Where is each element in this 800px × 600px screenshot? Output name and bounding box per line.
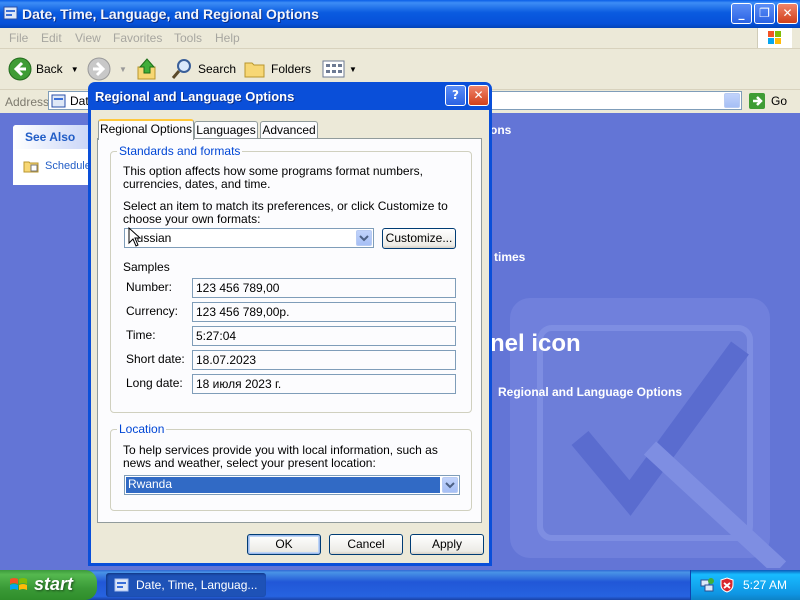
views-icon <box>322 60 345 78</box>
security-shield-icon[interactable] <box>719 577 735 593</box>
sample-label-currency: Currency: <box>126 304 179 318</box>
menu-favorites[interactable]: Favorites <box>113 31 162 45</box>
sample-value-short-date: 18.07.2023 <box>192 350 456 370</box>
windows-logo <box>757 28 792 48</box>
dialog-titlebar[interactable]: Regional and Language Options ? ✕ <box>91 82 489 110</box>
go-arrow-icon <box>749 93 765 109</box>
menu-view[interactable]: View <box>75 31 101 45</box>
mouse-cursor-icon <box>128 227 142 247</box>
standards-group: Standards and formats This option affect… <box>110 144 472 413</box>
menu-bar: File Edit View Favorites Tools Help <box>0 28 800 49</box>
system-tray: 5:27 AM <box>690 570 800 600</box>
forward-arrow-icon <box>87 57 111 81</box>
folders-button[interactable]: Folders <box>244 57 311 81</box>
menu-file[interactable]: File <box>9 31 28 45</box>
customize-button[interactable]: Customize... <box>382 228 456 249</box>
location-value: Rwanda <box>126 477 440 493</box>
views-dropdown-icon[interactable]: ▼ <box>349 65 357 74</box>
sample-label-short-date: Short date: <box>126 352 185 366</box>
window-title: Date, Time, Language, and Regional Optio… <box>22 6 319 22</box>
go-button[interactable]: Go <box>748 92 787 110</box>
regional-options-dialog: Regional and Language Options ? ✕ Region… <box>88 82 492 566</box>
taskbar: start Date, Time, Languag... 5:27 AM <box>0 570 800 600</box>
tab-regional-options[interactable]: Regional Options <box>98 119 194 140</box>
menu-edit[interactable]: Edit <box>41 31 62 45</box>
dialog-title: Regional and Language Options <box>95 89 295 104</box>
ok-button[interactable]: OK <box>247 534 321 555</box>
sample-value-currency: 123 456 789,00р. <box>192 302 456 322</box>
bg-text-options: ons <box>490 123 512 137</box>
bg-text-icon: nel icon <box>490 330 581 357</box>
location-description: To help services provide you with local … <box>123 443 438 470</box>
sample-value-number: 123 456 789,00 <box>192 278 456 298</box>
location-group: Location To help services provide you wi… <box>110 422 472 511</box>
bg-link-regional-options[interactable]: Regional and Language Options <box>498 385 682 399</box>
up-folder-icon <box>137 58 156 80</box>
scheduled-tasks-icon <box>23 161 39 173</box>
start-button[interactable]: start <box>0 570 97 600</box>
sample-value-time: 5:27:04 <box>192 326 456 346</box>
tab-advanced[interactable]: Advanced <box>260 121 318 139</box>
network-icon[interactable] <box>699 577 715 593</box>
forward-button[interactable]: ▼ <box>87 57 127 81</box>
forward-dropdown-icon[interactable]: ▼ <box>119 65 127 74</box>
control-panel-icon <box>51 94 66 108</box>
tab-languages[interactable]: Languages <box>194 121 258 139</box>
standards-group-label: Standards and formats <box>117 144 243 158</box>
folder-icon <box>244 62 265 78</box>
close-button[interactable]: ✕ <box>777 3 798 24</box>
cancel-button[interactable]: Cancel <box>329 534 403 555</box>
see-also-item-schedule[interactable]: Schedule <box>23 158 91 174</box>
checkmark-watermark-icon <box>510 298 787 568</box>
chevron-down-icon[interactable] <box>442 477 458 493</box>
help-button[interactable]: ? <box>445 85 466 106</box>
address-label: Address <box>5 95 50 109</box>
back-dropdown-icon[interactable]: ▼ <box>71 65 79 74</box>
menu-tools[interactable]: Tools <box>174 31 202 45</box>
taskbar-item-control-panel[interactable]: Date, Time, Languag... <box>106 573 266 597</box>
search-icon <box>171 59 191 79</box>
sample-label-long-date: Long date: <box>126 376 183 390</box>
dialog-close-button[interactable]: ✕ <box>468 85 489 106</box>
location-group-label: Location <box>117 422 167 436</box>
see-also-panel: See Also Schedule <box>13 125 95 185</box>
sample-label-time: Time: <box>126 328 156 342</box>
apply-button[interactable]: Apply <box>410 534 484 555</box>
sample-value-long-date: 18 июля 2023 г. <box>192 374 456 394</box>
standards-description: This option affects how some programs fo… <box>123 164 423 191</box>
see-also-header[interactable]: See Also <box>13 125 95 149</box>
address-dropdown-icon[interactable] <box>724 93 740 108</box>
control-panel-icon <box>114 578 129 592</box>
window-titlebar[interactable]: Date, Time, Language, and Regional Optio… <box>0 0 800 28</box>
search-button[interactable]: Search <box>170 57 236 81</box>
views-button[interactable]: ▼ <box>322 57 357 81</box>
sample-label-number: Number: <box>126 280 173 294</box>
language-format-select[interactable]: Russian <box>124 228 374 248</box>
back-arrow-icon <box>8 57 32 81</box>
minimize-button[interactable]: _ <box>731 3 752 24</box>
bg-text-times[interactable]: times <box>494 250 525 264</box>
samples-label: Samples <box>123 260 170 274</box>
chevron-down-icon[interactable] <box>356 230 372 246</box>
windows-flag-icon <box>10 578 27 590</box>
dialog-body: Regional Options Languages Advanced Stan… <box>91 110 489 563</box>
tab-panel-regional-options: Standards and formats This option affect… <box>97 138 482 523</box>
location-select[interactable]: Rwanda <box>124 475 460 495</box>
menu-help[interactable]: Help <box>215 31 240 45</box>
restore-button[interactable]: ❐ <box>754 3 775 24</box>
standards-select-text: Select an item to match its preferences,… <box>123 199 448 226</box>
up-folder-button[interactable] <box>136 57 158 81</box>
address-value: Dat <box>70 94 89 108</box>
clock: 5:27 AM <box>743 578 788 592</box>
control-panel-icon <box>3 6 18 20</box>
back-button[interactable]: Back ▼ <box>8 57 79 81</box>
